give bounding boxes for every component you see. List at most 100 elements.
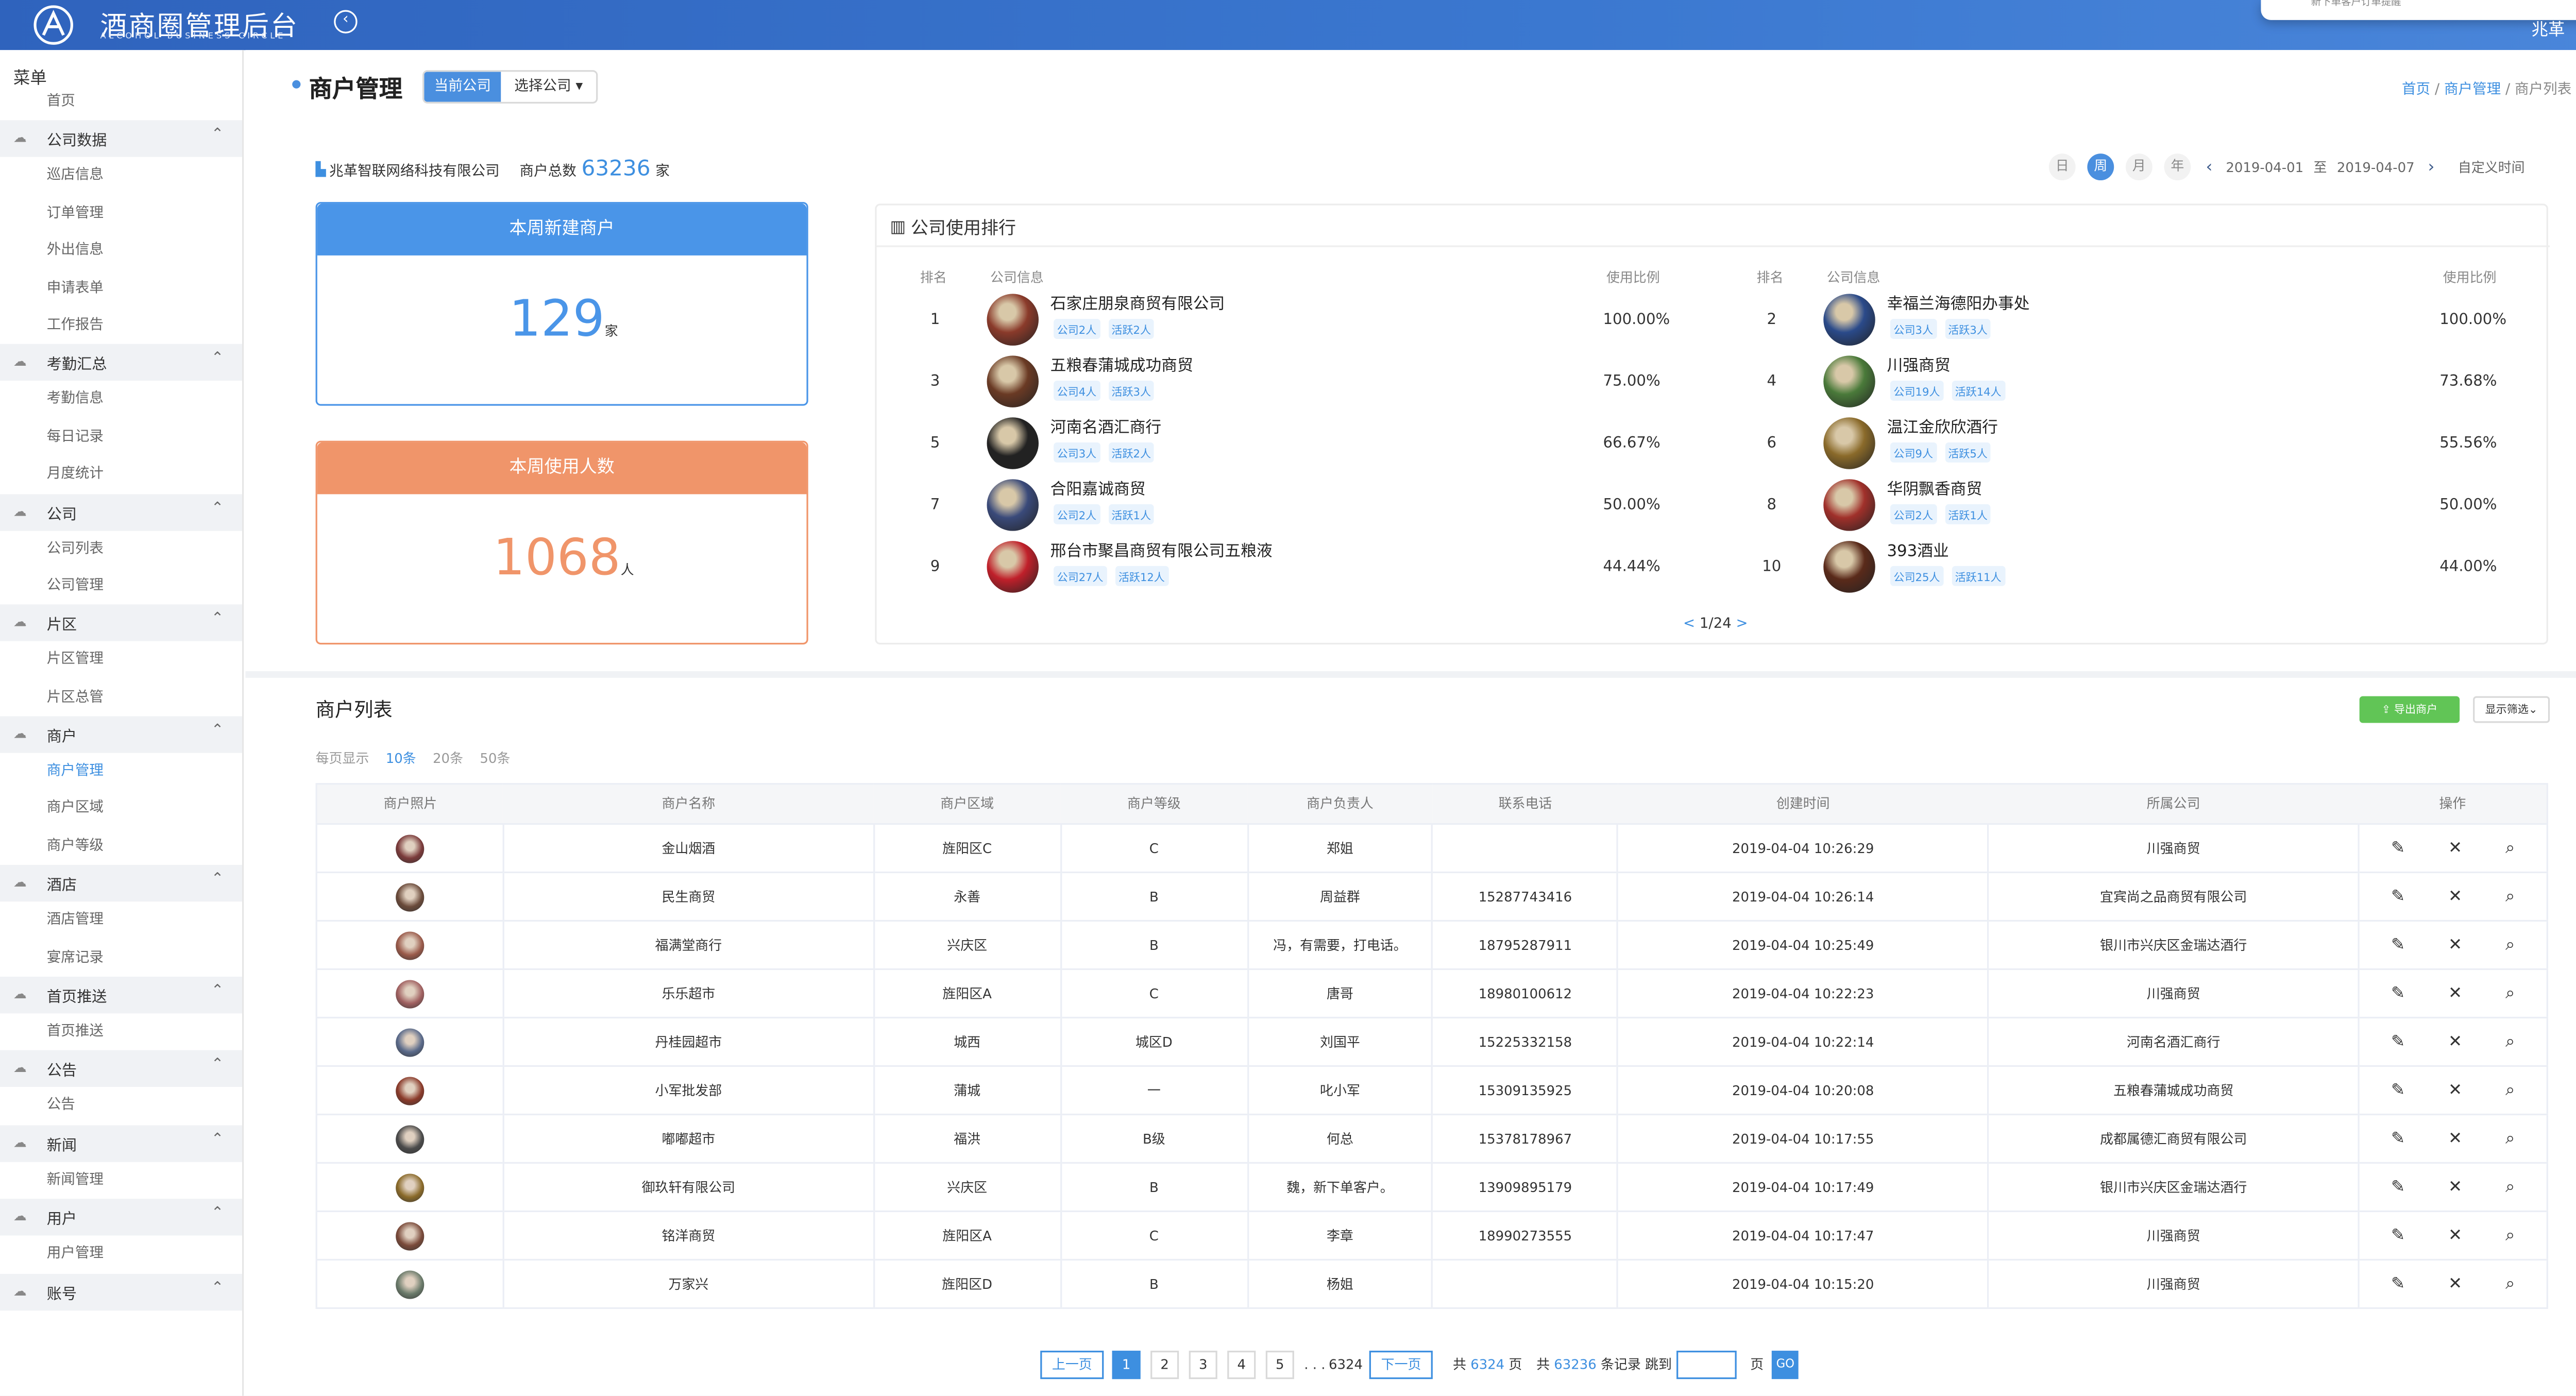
edit-icon[interactable]: ✎ <box>2391 1227 2405 1245</box>
filter-dropdown[interactable]: 显示筛选⌄ <box>2473 696 2550 723</box>
menu-group[interactable]: ☁ 考勤汇总 ⌃ <box>0 344 242 382</box>
edit-icon[interactable]: ✎ <box>2391 936 2405 955</box>
menu-group[interactable]: ☁ 用户 ⌃ <box>0 1199 242 1236</box>
edit-icon[interactable]: ✎ <box>2391 1033 2405 1051</box>
go-button[interactable]: GO <box>1772 1351 1799 1380</box>
delete-icon[interactable]: ✕ <box>2448 1033 2462 1051</box>
ranking-row: 1 石家庄朋泉商贸有限公司 公司2人 活跃2人 100.00% <box>877 289 1712 349</box>
menu-item[interactable]: 订单管理 <box>0 195 242 232</box>
delete-icon[interactable]: ✕ <box>2448 1227 2462 1245</box>
user-name[interactable]: 兆革 <box>2532 15 2565 40</box>
current-company-button[interactable]: 当前公司 <box>424 72 501 102</box>
menu-group[interactable]: ☁ 公司 ⌃ <box>0 493 242 531</box>
menu-group[interactable]: ☁ 酒店 ⌃ <box>0 865 242 903</box>
menu-item[interactable]: 公司管理 <box>0 568 242 605</box>
menu-item[interactable]: 宴席记录 <box>0 940 242 977</box>
delete-icon[interactable]: ✕ <box>2448 936 2462 955</box>
menu-item[interactable]: 用户管理 <box>0 1236 242 1273</box>
page-number[interactable]: 5 <box>1265 1351 1294 1380</box>
edit-icon[interactable]: ✎ <box>2391 1081 2405 1100</box>
menu-group[interactable]: ☁ 商户 ⌃ <box>0 716 242 753</box>
period-year[interactable]: 年 <box>2164 154 2191 181</box>
menu-item[interactable]: 公司列表 <box>0 530 242 568</box>
menu-item[interactable]: 公告 <box>0 1087 242 1125</box>
date-end[interactable]: 2019-04-07 <box>2337 160 2415 175</box>
custom-time[interactable]: 自定义时间 <box>2458 158 2525 176</box>
page-number[interactable]: 3 <box>1189 1351 1217 1380</box>
page-size-20[interactable]: 20条 <box>433 750 463 768</box>
menu-item[interactable]: 巡店信息 <box>0 158 242 195</box>
detail-icon[interactable]: ⌕ <box>2505 1033 2515 1051</box>
delete-icon[interactable]: ✕ <box>2448 1178 2462 1197</box>
notification-popup[interactable]: 新下单客户订单提醒 <box>2261 0 2576 20</box>
menu-item[interactable]: 申请表单 <box>0 270 242 308</box>
menu-item[interactable]: 片区管理 <box>0 642 242 679</box>
menu-item[interactable]: 商户管理 <box>0 753 242 791</box>
collapse-sidebar-icon[interactable]: ‹ <box>334 10 358 33</box>
last-page[interactable]: 6324 <box>1329 1357 1363 1372</box>
page-number[interactable]: 4 <box>1227 1351 1256 1380</box>
breadcrumb-home[interactable]: 首页 <box>2402 82 2430 98</box>
menu-group[interactable]: ☁ 片区 ⌃ <box>0 605 242 642</box>
edit-icon[interactable]: ✎ <box>2391 984 2405 1003</box>
next-page-button[interactable]: 下一页 <box>1369 1351 1433 1380</box>
period-day[interactable]: 日 <box>2048 154 2076 181</box>
delete-icon[interactable]: ✕ <box>2448 1275 2462 1293</box>
delete-icon[interactable]: ✕ <box>2448 984 2462 1003</box>
prev-page-button[interactable]: 上一页 <box>1040 1351 1104 1380</box>
detail-icon[interactable]: ⌕ <box>2505 984 2515 1003</box>
menu-item[interactable]: 首页推送 <box>0 1013 242 1051</box>
period-week[interactable]: 周 <box>2087 154 2114 181</box>
edit-icon[interactable]: ✎ <box>2391 888 2405 906</box>
cell-company: 宜宾尚之品商贸有限公司 <box>1987 871 2359 921</box>
detail-icon[interactable]: ⌕ <box>2505 888 2515 906</box>
menu-item[interactable]: 新闻管理 <box>0 1162 242 1199</box>
menu-group[interactable]: ☁ 公告 ⌃ <box>0 1051 242 1088</box>
menu-item[interactable]: 首页 <box>0 83 242 121</box>
menu-item[interactable]: 商户等级 <box>0 828 242 865</box>
next-range-icon[interactable]: › <box>2428 158 2435 176</box>
detail-icon[interactable]: ⌕ <box>2505 936 2515 955</box>
delete-icon[interactable]: ✕ <box>2448 1130 2462 1148</box>
detail-icon[interactable]: ⌕ <box>2505 1227 2515 1245</box>
menu-item[interactable]: 考勤信息 <box>0 381 242 419</box>
menu-item[interactable]: 外出信息 <box>0 232 242 270</box>
ranking-next[interactable]: > <box>1732 616 1748 633</box>
detail-icon[interactable]: ⌕ <box>2505 1275 2515 1293</box>
edit-icon[interactable]: ✎ <box>2391 1130 2405 1148</box>
jump-page-input[interactable] <box>1676 1351 1737 1380</box>
table-row: 嘟嘟超市 福洪 B级 何总 15378178967 2019-04-04 10:17:55… <box>316 1113 2548 1163</box>
detail-icon[interactable]: ⌕ <box>2505 1081 2515 1100</box>
edit-icon[interactable]: ✎ <box>2391 1178 2405 1197</box>
detail-icon[interactable]: ⌕ <box>2505 1130 2515 1148</box>
menu-group[interactable]: ☁ 首页推送 ⌃ <box>0 977 242 1014</box>
menu-item[interactable]: 商户区域 <box>0 791 242 828</box>
menu-group[interactable]: ☁ 账号 ⌃ <box>0 1273 242 1310</box>
delete-icon[interactable]: ✕ <box>2448 888 2462 906</box>
export-button[interactable]: ⇪ 导出商户 <box>2359 696 2460 723</box>
prev-range-icon[interactable]: ‹ <box>2206 158 2212 176</box>
select-company-dropdown[interactable]: 选择公司 ▾ <box>501 72 597 102</box>
delete-icon[interactable]: ✕ <box>2448 839 2462 858</box>
detail-icon[interactable]: ⌕ <box>2505 1178 2515 1197</box>
menu-item[interactable]: 工作报告 <box>0 307 242 345</box>
breadcrumb-merchant[interactable]: 商户管理 <box>2444 82 2501 98</box>
page-number[interactable]: 1 <box>1112 1351 1141 1380</box>
detail-icon[interactable]: ⌕ <box>2505 839 2515 858</box>
page-size-10[interactable]: 10条 <box>386 750 416 768</box>
date-start[interactable]: 2019-04-01 <box>2226 160 2303 175</box>
menu-group[interactable]: ☁ 新闻 ⌃ <box>0 1125 242 1162</box>
menu-group[interactable]: ☁ 公司数据 ⌃ <box>0 121 242 158</box>
page-size-50[interactable]: 50条 <box>480 750 510 768</box>
menu-item[interactable]: 月度统计 <box>0 456 242 493</box>
period-month[interactable]: 月 <box>2125 154 2153 181</box>
delete-icon[interactable]: ✕ <box>2448 1081 2462 1100</box>
edit-icon[interactable]: ✎ <box>2391 1275 2405 1293</box>
menu-item[interactable]: 酒店管理 <box>0 902 242 940</box>
edit-icon[interactable]: ✎ <box>2391 839 2405 858</box>
menu-item[interactable]: 片区总管 <box>0 679 242 717</box>
ranking-prev[interactable]: < <box>1683 616 1700 633</box>
col-header: 商户照片 <box>316 784 503 825</box>
menu-item[interactable]: 每日记录 <box>0 419 242 456</box>
page-number[interactable]: 2 <box>1150 1351 1179 1380</box>
